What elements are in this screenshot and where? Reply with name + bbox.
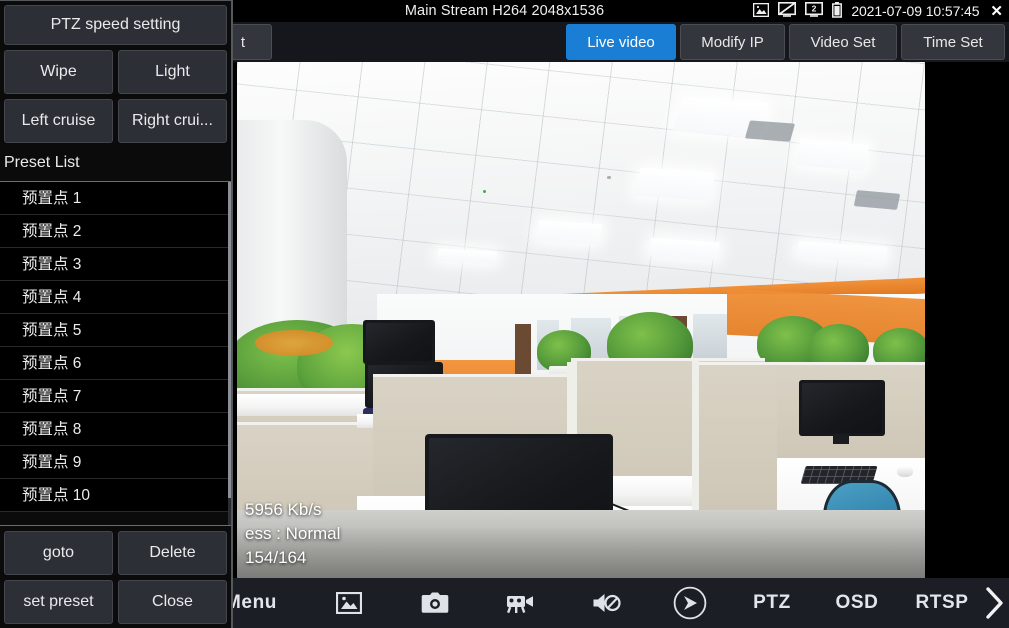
picture-icon <box>753 2 770 20</box>
set-preset-button[interactable]: set preset <box>4 580 113 624</box>
cruise-row: Left cruise Right crui... <box>4 99 227 143</box>
camera-icon[interactable] <box>392 578 478 628</box>
list-item[interactable]: 预置点 5 <box>0 314 231 347</box>
mute-speaker-icon[interactable] <box>564 578 650 628</box>
video-camera-icon[interactable] <box>478 578 564 628</box>
goto-button[interactable]: goto <box>4 531 113 575</box>
setpreset-close-row: set preset Close <box>4 580 227 624</box>
list-item[interactable]: 预置点 4 <box>0 281 231 314</box>
live-video-stream[interactable]: 5956 Kb/s ess : Normal 154/164 <box>237 62 925 578</box>
play-circle-icon[interactable] <box>650 578 730 628</box>
osd-button[interactable]: OSD <box>814 578 900 628</box>
rtsp-button[interactable]: RTSP <box>900 578 984 628</box>
right-cruise-button[interactable]: Right crui... <box>118 99 227 143</box>
preset-list-title: Preset List <box>0 143 231 182</box>
close-icon[interactable]: ✕ <box>988 4 1005 19</box>
osd-label: OSD <box>835 592 879 613</box>
goto-delete-row: goto Delete <box>4 531 227 575</box>
ptz-speed-setting-button[interactable]: PTZ speed setting <box>4 5 227 45</box>
delete-button[interactable]: Delete <box>118 531 227 575</box>
close-button[interactable]: Close <box>118 580 227 624</box>
chevron-right-icon[interactable] <box>978 578 1009 628</box>
list-item[interactable]: 预置点 3 <box>0 248 231 281</box>
list-item[interactable]: 预置点 9 <box>0 446 231 479</box>
list-item[interactable]: 预置点 6 <box>0 347 231 380</box>
tab-time-set[interactable]: Time Set <box>901 24 1005 60</box>
battery-icon <box>832 1 843 21</box>
wipe-light-row: Wipe Light <box>4 50 227 94</box>
list-item[interactable]: 预置点 1 <box>0 182 231 215</box>
list-item[interactable]: 预置点 7 <box>0 380 231 413</box>
tab-video-set[interactable]: Video Set <box>789 24 897 60</box>
light-button[interactable]: Light <box>118 50 227 94</box>
tab-modify-ip[interactable]: Modify IP <box>680 24 785 60</box>
list-item[interactable]: 预置点 10 <box>0 479 231 512</box>
list-item[interactable]: 预置点 8 <box>0 413 231 446</box>
status-icons-group: 2 2021-07-09 10:57:45 ✕ <box>753 0 1005 22</box>
osd-progress: ess : Normal <box>245 523 341 543</box>
tab-live-video[interactable]: Live video <box>566 24 676 60</box>
wipe-button[interactable]: Wipe <box>4 50 113 94</box>
osd-bitrate: 5956 Kb/s <box>245 499 322 519</box>
ptz-control-panel: PTZ speed setting Wipe Light Left cruise… <box>0 0 233 628</box>
ipc-tester-screen: Main Stream H264 2048x1536 2 2021-07-09 … <box>0 0 1009 628</box>
preset-action-buttons: goto Delete set preset Close <box>0 525 231 628</box>
list-item[interactable]: 预置点 2 <box>0 215 231 248</box>
ptz-button[interactable]: PTZ <box>730 578 814 628</box>
osd-frames: 154/164 <box>245 547 307 567</box>
left-cruise-button[interactable]: Left cruise <box>4 99 113 143</box>
video-osd-overlay: 5956 Kb/s ess : Normal 154/164 <box>245 498 340 570</box>
screen-two-icon: 2 <box>805 2 824 20</box>
ptz-label: PTZ <box>753 592 791 613</box>
preset-list[interactable]: 预置点 1 预置点 2 预置点 3 预置点 4 预置点 5 预置点 6 预置点 … <box>0 182 231 525</box>
preset-list-scrollbar[interactable] <box>228 182 231 525</box>
rtsp-label: RTSP <box>915 592 969 613</box>
svg-text:2: 2 <box>812 4 817 14</box>
picture-icon[interactable] <box>306 578 392 628</box>
screen-off-icon <box>778 2 797 20</box>
status-datetime: 2021-07-09 10:57:45 <box>851 3 980 19</box>
